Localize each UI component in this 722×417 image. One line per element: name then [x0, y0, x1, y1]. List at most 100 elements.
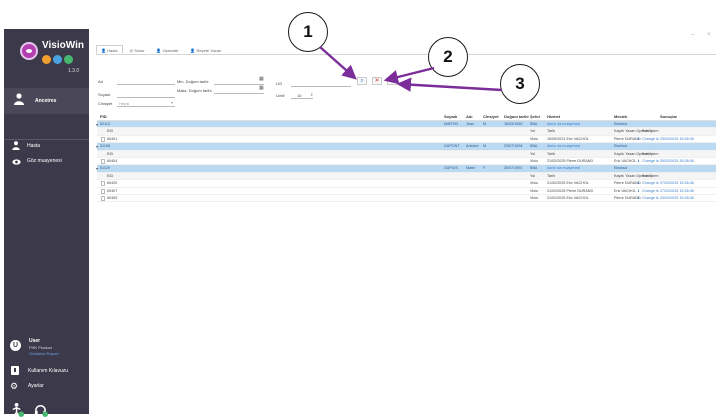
sidebar-item-label: Göz muayenesi [27, 158, 62, 164]
sidebar-ancestors-item[interactable]: Ancetres [4, 88, 89, 114]
max-dob-label: Maks. Doğum tarihi [177, 88, 212, 93]
download-icon[interactable]: ⬇ [637, 158, 640, 165]
person-icon: 👤 [101, 48, 106, 53]
manual-icon[interactable] [11, 366, 19, 375]
cell-sonuc[interactable]: Changé le 25/03/2025 15:28:08 [642, 158, 694, 165]
accessibility-icon[interactable] [10, 402, 25, 417]
col-meslek[interactable]: Meslek [614, 113, 627, 121]
table-row-patient[interactable]: ▾ 52113 MARTIN Jean M 16/03/1960 BBA Akılın da … [96, 121, 716, 129]
expand-toggle-icon[interactable]: ▾ [96, 165, 98, 172]
cell-pid: EID [107, 173, 114, 178]
cell-meslek: Eksiksiz [614, 122, 628, 126]
avatar[interactable]: U [10, 340, 21, 351]
table-row-subheader[interactable]: EID Yol Tarih Kayıtlı Yazan Operatör Son İşl… [97, 128, 716, 136]
sidebar-item-settings-label[interactable]: Ayarlar [28, 383, 44, 389]
table-header: PID Soyadı Adı Cinsiyet Doğum tarihi Şeh… [97, 113, 716, 121]
cell-sonuc[interactable]: Changé le 25/03/2025 15:28:08 [642, 136, 694, 143]
tab-label: Hasta [107, 48, 118, 53]
user-role: Ortalama Raport [29, 351, 59, 356]
cell-sonuc[interactable]: Changé le 25/03/2025 15:28:08 [642, 195, 694, 202]
col-soyadi[interactable]: Soyadı [444, 113, 457, 121]
col-cinsiyet[interactable]: Cinsiyet [483, 113, 499, 121]
cell-adi: Antoine [466, 144, 479, 149]
expand-toggle-icon[interactable]: ▾ [96, 121, 98, 128]
eraser-icon: ⌫ [388, 78, 397, 84]
close-button[interactable]: × [707, 32, 711, 38]
exam-icon: ◎ [129, 48, 134, 53]
table-row-exam[interactable]: 60409 Visio 21/02/2025 Eric VACHOL Pierre D… [97, 195, 716, 203]
chevron-down-icon: ▾ [170, 100, 173, 105]
cell-hizmet: 21/02/2025 Pierre DURAND [547, 158, 594, 163]
cell-meslek: Eric VACHOL [614, 188, 637, 193]
col-adi[interactable]: Adı [466, 113, 472, 121]
table-row-exam[interactable]: 60407 Visio 21/02/2025 Pierre DURAND Eric V… [97, 188, 716, 195]
col-sehir[interactable]: Şehri [530, 113, 540, 121]
callout-3: 3 [500, 64, 540, 104]
expand-toggle-icon[interactable]: ▾ [96, 143, 98, 150]
calendar-icon[interactable]: ▦ [259, 85, 264, 91]
table-row-subheader[interactable]: EID Yol Tarih Kayıtlı Yazan Operatör Son İşl… [97, 150, 716, 158]
cell-soyadi: DUPONT [444, 144, 460, 149]
cinsiyet-label: Cinsiyet [98, 101, 113, 106]
tab-bar: 👤 Hasta ◎ Sınav 👤 Operatör 👤 Reçete Yaza… [96, 45, 226, 54]
min-dob-input[interactable] [214, 78, 264, 85]
cell-sehir: Visio [530, 181, 538, 186]
calendar-icon[interactable]: ▦ [259, 76, 264, 82]
soyadi-label: Soyadı [98, 92, 111, 97]
tab-recete-yazan[interactable]: 👤 Reçete Yazan [185, 45, 226, 54]
cell-cins: M [483, 122, 487, 126]
tab-hasta[interactable]: 👤 Hasta [96, 45, 123, 54]
sidebar-divider [4, 139, 89, 140]
cell-sonuc[interactable]: Changé le 27/03/2025 15:28:08 [642, 188, 694, 195]
cell-sonuc[interactable]: Changé le 27/03/2025 15:28:08 [642, 180, 694, 187]
table-row-exam[interactable]: 60420 Visio 21/02/2025 Eric VACHOL Pierre D… [97, 180, 716, 188]
download-icon[interactable]: ⬇ [637, 195, 640, 202]
cinsiyet-select[interactable]: Hepsi ▾ [117, 100, 175, 107]
col-dogum[interactable]: Doğum tarihi [504, 113, 529, 121]
cell-sehir: Visio [530, 188, 538, 193]
col-hizmet[interactable]: Hizmet [547, 113, 560, 121]
lid-label: LID [276, 81, 283, 86]
tab-operator[interactable]: 👤 Operatör [151, 45, 183, 54]
search-button[interactable]: ⌕ [357, 77, 367, 85]
visiowin-logo-icon [20, 42, 38, 60]
col-pid[interactable]: PID [100, 113, 107, 121]
cell-sehir: Yol [530, 173, 535, 178]
table-row-exam[interactable]: 60401 Visio 10/09/2021 Eric VACHOL Pierre D… [97, 136, 716, 144]
cell-pid: 60409 [107, 195, 118, 200]
sidebar-ancestors-label: Ancetres [35, 98, 57, 104]
ad-input[interactable] [117, 78, 175, 85]
document-icon [101, 188, 105, 194]
document-icon [101, 158, 105, 164]
cell-hizmet: Akılın da muayenesi [547, 122, 581, 126]
soyadi-input[interactable] [117, 91, 175, 98]
logo-dot-orange [42, 55, 51, 64]
download-icon[interactable]: ⬇ [637, 188, 640, 195]
cell-sonuc: Son İşlem [642, 129, 659, 134]
clear-button[interactable]: ✕ [372, 77, 382, 85]
download-icon[interactable]: ⬇ [637, 180, 640, 187]
table-row-subheader[interactable]: EID Yol Tarih Kayıtlı Yazan Operatör Son İşl… [97, 172, 716, 181]
download-icon[interactable]: ⬇ [637, 136, 640, 143]
tab-sinav[interactable]: ◎ Sınav [125, 45, 150, 54]
gear-icon[interactable]: ⚙ [10, 381, 18, 392]
cell-adi: Jean [466, 122, 474, 126]
table-row-patient[interactable]: ▾ 31108 DUPONT Antoine M 23/07/1994 BBA Akılın … [96, 143, 716, 151]
callout-1: 1 [288, 12, 328, 52]
table-row-patient[interactable]: ▾ 51129 DUPUIS Marie F 30/07/1991 BBA Akılın da… [96, 165, 716, 173]
cell-sehir: BBA [530, 144, 538, 149]
logo-dot-green [64, 55, 73, 64]
reset-button[interactable]: ⌫ [387, 77, 397, 85]
max-dob-input[interactable] [214, 87, 264, 94]
headset-icon[interactable] [33, 402, 48, 417]
minimize-button[interactable]: – [691, 32, 694, 38]
sidebar-item-goz-muayenesi[interactable]: Göz muayenesi [4, 156, 89, 166]
col-sonuclar[interactable]: Sonuçlar [660, 113, 677, 121]
stepper-arrows-icon[interactable]: ⇕ [310, 92, 313, 97]
table-row-exam[interactable]: 60404 Visio 21/02/2025 Pierre DURAND Eric V… [97, 158, 716, 166]
cell-sonuc: Son İşlem [642, 151, 659, 156]
lid-input[interactable] [291, 80, 351, 87]
cell-sehir: Visio [530, 136, 538, 141]
sidebar-item-manual-label[interactable]: Kullanım Kılavuzu [28, 368, 68, 374]
sidebar-item-hasta[interactable]: Hasta [4, 141, 89, 151]
